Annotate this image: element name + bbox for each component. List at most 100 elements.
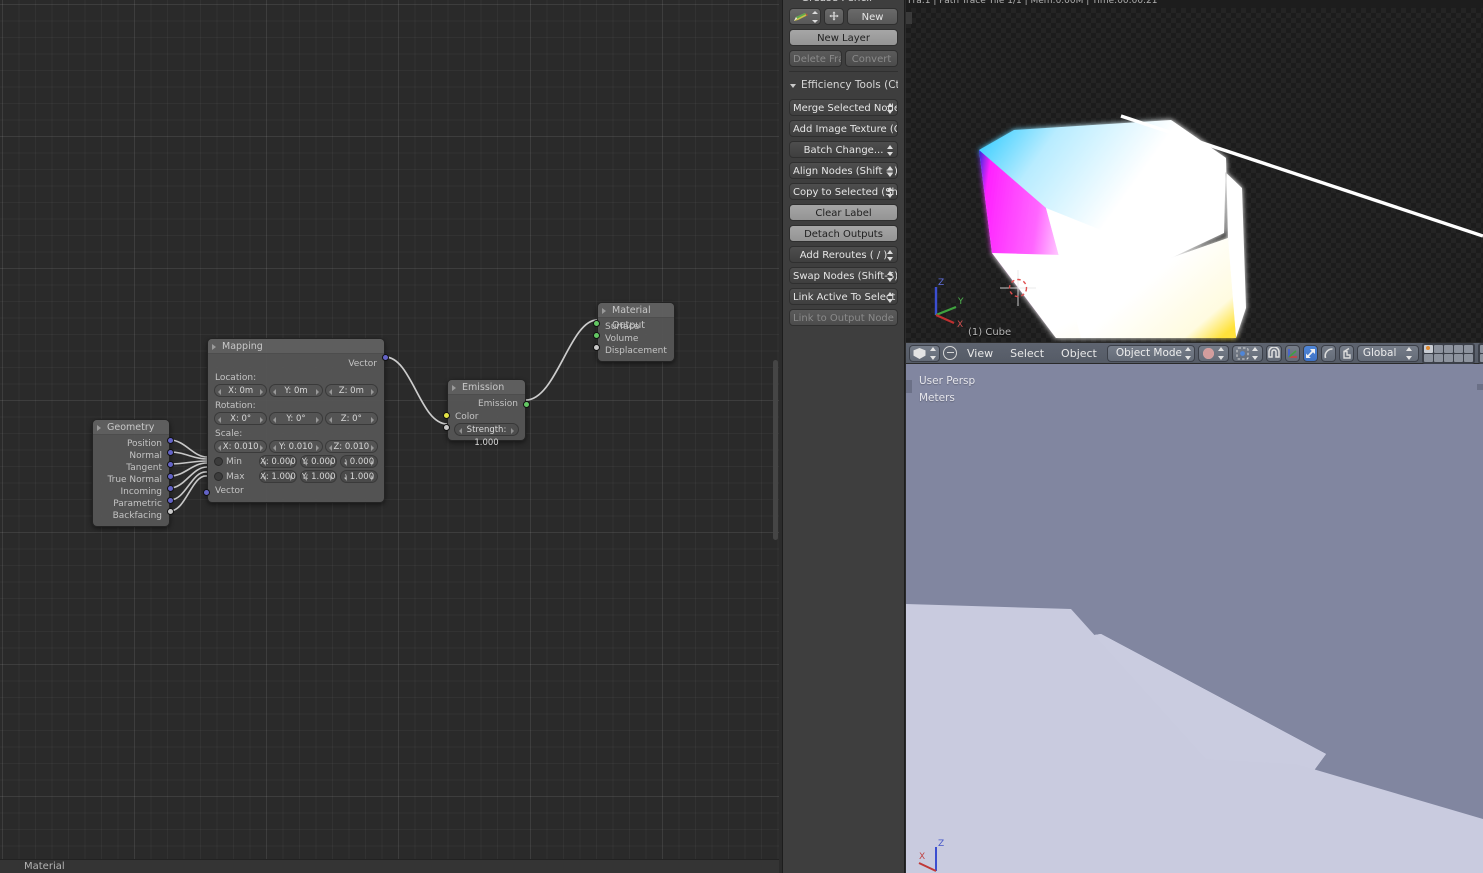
transform-orientation-dropdown[interactable]: Global [1356,344,1419,362]
clamp-min-y-field[interactable]: Y: 0.000 [299,455,338,468]
scale-z-field[interactable]: Z: 0.010 [324,440,378,453]
layer-a-cell-1[interactable] [1433,344,1443,353]
node-output-incoming[interactable]: Incoming [93,486,169,498]
manipulator-rotate-button[interactable] [1320,344,1336,362]
transform-orientation-spinner[interactable] [1405,346,1413,360]
render-result-area[interactable]: (1) Cube Z Y X [906,8,1483,342]
interaction-mode-spinner[interactable] [1185,346,1192,360]
node-mapping-output-vector[interactable]: Vector [208,357,384,371]
layer-a-cell-0[interactable] [1423,344,1433,353]
menu-object[interactable]: Object [1054,347,1104,360]
clamp-max-y-field[interactable]: Y: 1.000 [299,470,338,483]
node-emission-header[interactable]: Emission [448,380,525,395]
socket-mapping-output-vector[interactable] [382,354,389,361]
scale-x-field[interactable]: X: 0.010 [214,440,268,453]
efficiency-tool-spinner-3[interactable] [887,165,894,178]
interaction-mode-dropdown[interactable]: Object Mode [1106,344,1195,362]
efficiency-tool-button-1[interactable]: Add Image Texture (Ctrl [789,120,898,137]
collapse-triangle-icon[interactable] [97,425,101,431]
clamp-max-z-field[interactable]: : 1.000 [340,470,379,483]
collapse-menus-icon[interactable] [943,346,957,360]
node-editor-footer-header[interactable]: Material [0,859,779,873]
node-output-parametric[interactable]: Parametric [93,498,169,510]
3d-viewport-area[interactable]: Fra:1 | Path Trace Tile 1/1 | Mem:0.00M … [906,0,1483,873]
layer-a-cell-3[interactable] [1453,344,1463,353]
menu-select[interactable]: Select [1003,347,1051,360]
efficiency-tool-button-0[interactable]: Merge Selected Node [789,99,898,116]
node-emission-output[interactable]: Emission [448,398,525,411]
grease-pencil-new-button[interactable]: New [847,8,898,25]
grease-pencil-spinner[interactable] [812,11,818,23]
efficiency-tool-spinner-8[interactable] [887,270,894,283]
editor-type-button[interactable] [909,344,940,362]
layer-a-cell-4[interactable] [1463,344,1473,353]
efficiency-tool-button-3[interactable]: Align Nodes (Shift =) [789,162,898,179]
node-input-volume[interactable]: Volume [598,333,674,345]
node-output-position[interactable]: Position [93,438,169,450]
snap-toggle-button[interactable] [1265,344,1282,362]
node-output-normal[interactable]: Normal [93,450,169,462]
socket-tangent[interactable] [167,461,174,468]
layer-a-cell-9[interactable] [1463,353,1473,362]
location-z-field[interactable]: Z: 0m [324,384,378,397]
node-input-displacement[interactable]: Displacement [598,345,674,357]
grease-pencil-browse-button[interactable] [824,8,844,25]
efficiency-tool-spinner-0[interactable] [887,102,894,115]
layer-a-cell-5[interactable] [1423,353,1433,362]
socket-backfacing[interactable] [167,508,174,515]
node-material-output[interactable]: Material Output Surface Volume Displacem… [593,302,675,362]
socket-parametric[interactable] [167,497,174,504]
toolshelf-toggle-tab[interactable] [906,380,912,393]
node-output-true-normal[interactable]: True Normal [93,474,169,486]
socket-emission-output[interactable] [523,401,530,408]
node-editor-tools-panel[interactable]: Grease Pencil [782,0,905,873]
collapse-triangle-icon[interactable] [452,385,456,391]
node-output-tangent[interactable]: Tangent [93,462,169,474]
socket-mapping-input-vector[interactable] [203,489,210,496]
grease-pencil-datablock-button[interactable] [789,8,821,25]
shading-spinner[interactable] [1217,346,1225,360]
scene-layers-group-b[interactable] [1477,342,1483,364]
efficiency-tool-button-5[interactable]: Clear Label [789,204,898,221]
efficiency-tool-spinner-9[interactable] [887,291,894,304]
viewport-shading-dropdown[interactable] [1197,344,1229,362]
rotation-x-field[interactable]: X: 0° [214,412,268,425]
clamp-min-toggle[interactable] [214,457,223,466]
socket-displacement[interactable] [593,344,600,351]
node-mapping-header[interactable]: Mapping [208,339,384,354]
clamp-max-toggle[interactable] [214,472,223,481]
scene-layers-group-a[interactable] [1421,342,1475,364]
efficiency-tool-spinner-2[interactable] [887,144,894,157]
chevron-down-icon[interactable] [790,84,796,88]
properties-toggle-tab[interactable] [1477,384,1483,390]
layer-a-cell-6[interactable] [1433,353,1443,362]
efficiency-tools-section-title[interactable]: Efficiency Tools (Ctrl-S [789,73,898,95]
node-output-backfacing[interactable]: Backfacing [93,510,169,522]
efficiency-tool-button-9[interactable]: Link Active To Select [789,288,898,305]
node-emission-color-label[interactable]: Color [448,411,525,423]
manipulator-scale-button[interactable] [1338,344,1354,362]
socket-volume[interactable] [593,332,600,339]
location-x-field[interactable]: X: 0m [214,384,268,397]
collapse-triangle-icon[interactable] [212,344,216,350]
rotation-y-field[interactable]: Y: 0° [269,412,323,425]
manipulator-move-button[interactable] [1302,344,1318,362]
node-emission-strength-slider[interactable]: Strength: 1.000 [454,423,519,448]
efficiency-tool-spinner-4[interactable] [887,186,894,199]
node-mapping-input-vector[interactable]: Vector [208,485,384,498]
efficiency-tool-spinner-7[interactable] [887,249,894,262]
layer-a-cell-8[interactable] [1453,353,1463,362]
layer-a-cell-2[interactable] [1443,344,1453,353]
grease-pencil-new-layer-button[interactable]: New Layer [789,29,898,46]
pivot-spinner[interactable] [1251,346,1259,360]
editor-type-spinner[interactable] [930,346,937,360]
3d-viewport-header[interactable]: View Select Object Object Mode Global [906,342,1483,364]
clamp-min-x-field[interactable]: X: 0.000 [259,455,297,468]
scale-y-field[interactable]: Y: 0.010 [269,440,323,453]
location-y-field[interactable]: Y: 0m [269,384,323,397]
efficiency-tool-button-2[interactable]: Batch Change... [789,141,898,158]
collapse-triangle-icon[interactable] [602,308,606,314]
node-mapping[interactable]: Mapping Vector Location: X: 0m Y: 0m Z: … [203,338,389,503]
socket-normal[interactable] [167,449,174,456]
efficiency-tool-button-6[interactable]: Detach Outputs [789,225,898,242]
